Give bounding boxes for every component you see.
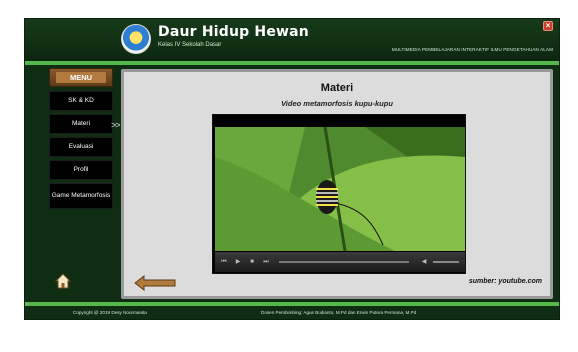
sidebar-item-game[interactable]: Game Metamorfosis	[49, 183, 113, 209]
sidebar-item-sk-kd[interactable]: SK & KD	[49, 91, 113, 111]
footer-advisors: Dosen Pembimbing: Agus Budianto, M.Pd da…	[261, 310, 417, 315]
close-icon[interactable]: ×	[543, 21, 553, 31]
sidebar-item-evaluasi[interactable]: Evaluasi	[49, 137, 113, 157]
video-player[interactable]: ⏮ ▶ ■ ⏭ ◀	[212, 114, 466, 274]
back-arrow-icon[interactable]	[134, 275, 176, 291]
play-icon[interactable]: ▶	[233, 257, 243, 267]
active-marker: >>	[111, 120, 120, 130]
previous-icon[interactable]: ⏮	[219, 257, 229, 267]
header-band	[25, 61, 559, 65]
header: Daur Hidup Hewan Kelas IV Sekolah Dasar …	[25, 19, 559, 61]
menu-sign: MENU	[49, 68, 113, 87]
footer-copyright: Copyright @ 2019 Desy Nourmanita	[73, 310, 147, 315]
next-icon[interactable]: ⏭	[261, 257, 271, 267]
video-caption: Video metamorfosis kupu-kupu	[281, 99, 393, 108]
page-title: Materi	[320, 82, 354, 94]
stop-icon[interactable]: ■	[247, 257, 257, 267]
school-logo	[121, 24, 151, 54]
video-controls: ⏮ ▶ ■ ⏭ ◀	[215, 252, 465, 272]
sidebar-nav: SK & KD Materi Evaluasi Profil Game Meta…	[49, 91, 113, 212]
volume-icon[interactable]: ◀	[419, 257, 429, 267]
app-subtitle: Kelas IV Sekolah Dasar	[158, 42, 222, 48]
content-panel: Materi Video metamorfosis kupu-kupu ⏮ ▶ …	[121, 69, 553, 299]
footer-band	[25, 302, 559, 306]
menu-label: MENU	[56, 72, 106, 83]
app-title: Daur Hidup Hewan	[158, 24, 309, 40]
sidebar-item-materi[interactable]: Materi	[49, 114, 113, 134]
volume-slider[interactable]	[433, 261, 459, 263]
sidebar-item-profil[interactable]: Profil	[49, 160, 113, 180]
home-icon[interactable]	[55, 273, 71, 289]
app-tagline: MULTIMEDIA PEMBELAJARAN INTERAKTIF ILMU …	[391, 47, 553, 52]
app-window: Daur Hidup Hewan Kelas IV Sekolah Dasar …	[24, 18, 560, 320]
seek-bar[interactable]	[279, 261, 409, 263]
video-frame[interactable]	[215, 127, 465, 251]
video-source: sumber: youtube.com	[468, 278, 542, 285]
